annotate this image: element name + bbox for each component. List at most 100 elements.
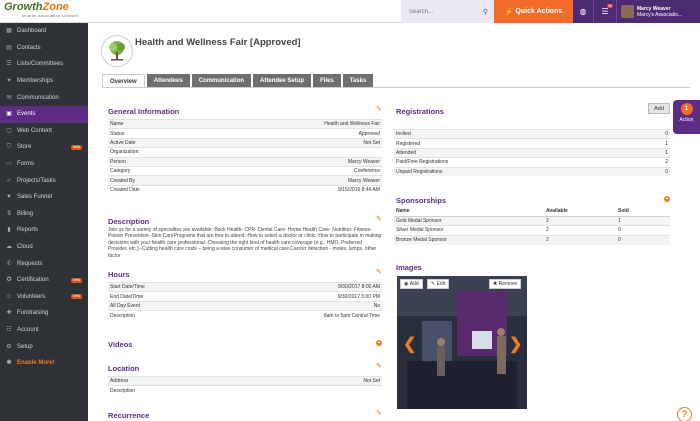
row-label: Unpaid Registrations bbox=[394, 166, 641, 177]
action-tab[interactable]: 1 Action bbox=[673, 100, 700, 134]
column-header[interactable]: Sold bbox=[616, 207, 670, 217]
row-value: 8am to 5pm Central Time bbox=[215, 310, 382, 321]
sidebar-item-forms[interactable]: ▭ Forms bbox=[0, 156, 88, 173]
sidebar-item-requests[interactable]: ✆ Requests bbox=[0, 255, 88, 272]
edit-hours-icon[interactable]: ✎ bbox=[376, 268, 382, 276]
row-value: Marcy Weaver bbox=[206, 175, 382, 186]
column-header[interactable]: Available bbox=[544, 207, 616, 217]
sidebar-item-certification[interactable]: ✪ Certification beta bbox=[0, 272, 88, 289]
sidebar-item-cloud[interactable]: ☁ Cloud bbox=[0, 239, 88, 256]
inbox-badge: 99 bbox=[607, 4, 613, 8]
beta-badge: beta bbox=[71, 277, 82, 283]
tab-attendees[interactable]: Attendees bbox=[146, 74, 190, 88]
globe-button[interactable]: ◍ bbox=[573, 0, 593, 23]
sidebar-icon: ⚙ bbox=[6, 343, 12, 350]
sidebar-item-label: Store bbox=[17, 144, 32, 151]
quick-actions-label: Quick Actions bbox=[515, 8, 563, 15]
sidebar-item-label: Projects/Tasks bbox=[17, 177, 56, 184]
row-label: Created Date bbox=[108, 184, 207, 195]
column-header[interactable]: Name bbox=[394, 207, 544, 217]
tab-bar: Overview Attendees Communication Attendee S… bbox=[102, 74, 375, 88]
sidebar-icon: ✓ bbox=[6, 177, 12, 184]
sidebar-icon: ▢ bbox=[6, 127, 12, 134]
sidebar-item-label: Fundraising bbox=[17, 310, 49, 317]
image-add-button[interactable]: ◉ Add bbox=[400, 279, 423, 289]
sidebar-item-store[interactable]: ⛉ Store beta bbox=[0, 139, 88, 156]
sidebar-item-fundraising[interactable]: ✚ Fundraising bbox=[0, 305, 88, 322]
table-row[interactable]: Silver Medal Sponsor 2 0 bbox=[394, 225, 670, 235]
sidebar-item-setup[interactable]: ⚙ Setup bbox=[0, 338, 88, 355]
sidebar-icon: ☁ bbox=[6, 244, 12, 251]
search-input[interactable] bbox=[409, 8, 479, 15]
sponsorships-heading: Sponsorships bbox=[396, 196, 447, 205]
sidebar-icon: ✪ bbox=[6, 277, 12, 284]
inbox-button[interactable]: ☰ 99 bbox=[593, 0, 616, 23]
carousel-prev-icon[interactable]: ❮ bbox=[403, 334, 416, 354]
images-heading: Images bbox=[396, 263, 422, 272]
table-row: Person Marcy Weaver bbox=[108, 156, 382, 167]
sidebar-icon: ✱ bbox=[6, 360, 12, 367]
sidebar-item-volunteers[interactable]: ☺ Volunteers beta bbox=[0, 289, 88, 306]
search-icon[interactable]: ⚲ bbox=[483, 8, 488, 16]
sidebar-item-web-content[interactable]: ▢ Web Content bbox=[0, 123, 88, 140]
sidebar-item-lists-committees[interactable]: ☰ Lists/Committees bbox=[0, 56, 88, 73]
add-video-icon[interactable]: + bbox=[376, 340, 382, 346]
table-cell: Silver Medal Sponsor bbox=[394, 225, 544, 235]
sidebar-item-label: Forms bbox=[17, 161, 34, 168]
image-edit-button[interactable]: ✎ Edit bbox=[427, 279, 450, 289]
tab-attendee-setup[interactable]: Attendee Setup bbox=[253, 74, 312, 88]
table-row[interactable]: Gold Medal Sponsor 2 1 bbox=[394, 215, 670, 226]
sidebar-item-label: Events bbox=[17, 111, 36, 118]
sidebar-item-events[interactable]: ▣ Events bbox=[0, 105, 88, 123]
registrations-heading: Registrations bbox=[396, 107, 444, 116]
tab-overview[interactable]: Overview bbox=[102, 74, 145, 88]
sidebar-item-billing[interactable]: $ Billing bbox=[0, 206, 88, 223]
row-value: Health and Wellness Fair bbox=[206, 118, 382, 129]
growthzone-logo[interactable]: GrowthZone smarter association software bbox=[0, 0, 88, 23]
edit-location-icon[interactable]: ✎ bbox=[376, 362, 382, 370]
sidebar-icon: ▭ bbox=[6, 161, 12, 168]
sidebar-item-contacts[interactable]: ▤ Contacts bbox=[0, 40, 88, 57]
row-value: 0 bbox=[640, 128, 670, 139]
row-label: Registered bbox=[394, 138, 641, 149]
sidebar-item-projects-tasks[interactable]: ✓ Projects/Tasks bbox=[0, 172, 88, 189]
help-icon[interactable]: ? bbox=[677, 407, 692, 421]
table-row: Address Not Set bbox=[108, 375, 382, 386]
avatar bbox=[621, 5, 634, 18]
logo-tagline: smarter association software bbox=[22, 13, 79, 18]
carousel-next-icon[interactable]: ❯ bbox=[509, 334, 522, 354]
row-label: Description bbox=[108, 310, 216, 321]
sidebar-item-account[interactable]: ☷ Account bbox=[0, 322, 88, 339]
edit-general-icon[interactable]: ✎ bbox=[376, 105, 382, 113]
sidebar-item-sales-funnel[interactable]: ▼ Sales Funnel bbox=[0, 189, 88, 206]
edit-description-icon[interactable]: ✎ bbox=[376, 215, 382, 223]
table-cell: 0 bbox=[616, 225, 670, 235]
quick-actions-button[interactable]: ⚡ Quick Actions bbox=[494, 0, 573, 23]
sidebar-item-label: Billing bbox=[17, 210, 34, 217]
table-cell: 1 bbox=[616, 215, 670, 226]
row-value: 9/30/2017 8:00 AM bbox=[215, 281, 382, 292]
tab-communication[interactable]: Communication bbox=[191, 74, 252, 88]
row-value: Conference bbox=[206, 165, 382, 176]
image-remove-button[interactable]: ✖ Remove bbox=[489, 279, 522, 289]
edit-recurrence-icon[interactable]: ✎ bbox=[376, 409, 382, 417]
sidebar-item-memberships[interactable]: ♥ Memberships bbox=[0, 73, 88, 90]
add-sponsorship-icon[interactable]: + bbox=[664, 196, 670, 202]
image-carousel[interactable]: ◉ Add ✎ Edit ✖ Remove ❮ ❯ bbox=[397, 276, 527, 409]
sidebar-item-dashboard[interactable]: ▦ Dashboard bbox=[0, 23, 88, 40]
search-box[interactable]: ⚲ bbox=[401, 0, 494, 23]
row-label: Category bbox=[108, 165, 207, 176]
tab-tasks[interactable]: Tasks bbox=[342, 74, 374, 88]
row-label: Name bbox=[108, 118, 207, 129]
table-row: Attended 1 bbox=[394, 147, 670, 158]
table-row: Registered 1 bbox=[394, 138, 670, 149]
user-menu[interactable]: Marcy Weaver Marcy's Associatio... bbox=[616, 0, 700, 23]
row-value: Approved bbox=[206, 128, 382, 139]
tab-files[interactable]: Files bbox=[313, 74, 341, 88]
add-registration-button[interactable]: Add bbox=[648, 103, 670, 114]
table-row[interactable]: Bronze Medal Sponsor 2 0 bbox=[394, 234, 670, 245]
sidebar-item-communication[interactable]: ✉ Communication bbox=[0, 89, 88, 106]
sidebar-item-label: Sales Funnel bbox=[17, 194, 53, 201]
sidebar-item-reports[interactable]: ▮ Reports bbox=[0, 222, 88, 239]
sidebar-item-enable-more[interactable]: ✱ Enable More! bbox=[0, 355, 88, 372]
